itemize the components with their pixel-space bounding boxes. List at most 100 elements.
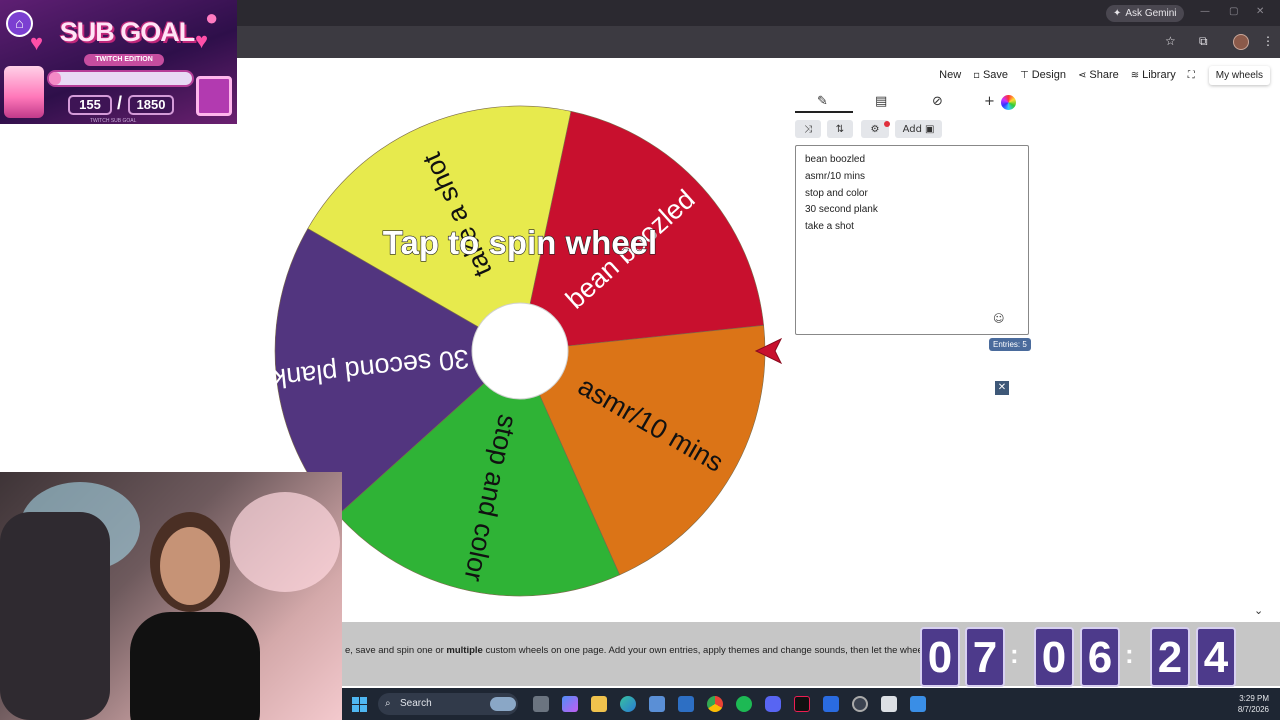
obs-icon[interactable] <box>852 696 868 712</box>
wheel-spin-area[interactable] <box>270 100 770 600</box>
clock-date: 8/7/2026 <box>1237 705 1269 714</box>
edge-icon[interactable] <box>620 696 636 712</box>
snipping-tool-icon[interactable] <box>881 696 897 712</box>
info-text: e, save and spin one or multiple custom … <box>345 645 945 656</box>
sub-goal-title: SUB GOAL <box>59 17 196 47</box>
entry-line: stop and color <box>805 187 868 199</box>
ask-gemini-button[interactable]: ✦ Ask Gemini <box>1106 5 1184 22</box>
info-text-end: custom wheels on one page. Add your own … <box>482 645 945 656</box>
timer-digit: 0 <box>1034 627 1074 687</box>
sub-goal-slash: / <box>117 93 123 113</box>
weather-widget-icon[interactable] <box>490 697 516 711</box>
sub-goal-subtitle: TWITCH EDITION <box>84 54 164 66</box>
shuffle-button[interactable]: ⤨ <box>795 120 821 138</box>
sub-goal-overlay: ♥ ♥ ● ⌂ SUB GOAL TWITCH EDITION 155 / 18… <box>0 0 237 124</box>
color-palette-icon[interactable] <box>1001 95 1016 110</box>
webcam-background-light <box>230 492 340 592</box>
new-label: New <box>939 69 962 81</box>
store-icon[interactable] <box>649 696 665 712</box>
editor-tabs: ✎ ▤ ⊘ + <box>795 92 1028 114</box>
shuffle-icon: ⤨ <box>804 123 812 135</box>
design-button[interactable]: ⊤ Design <box>1020 69 1066 81</box>
my-wheels-label: My wheels <box>1215 69 1263 81</box>
entries-count-badge: Entries: 5 <box>989 338 1031 351</box>
library-button[interactable]: ≋ Library <box>1131 69 1176 81</box>
add-image-button[interactable]: Add ▣ <box>895 120 942 138</box>
emoji-icon[interactable]: ☺ <box>993 312 1004 325</box>
sort-icon: ⇅ <box>835 123 845 135</box>
timer-colon: : <box>1010 639 1019 669</box>
twitch-icon: ⌂ <box>6 10 33 37</box>
share-icon: ⋖ <box>1077 69 1087 81</box>
file-explorer-icon[interactable] <box>591 696 607 712</box>
wheel-toolbar: New ▫ Save ⊤ Design ⋖ Share ≋ Library ⛶ My w… <box>939 66 1270 84</box>
search-label: Search <box>400 698 432 709</box>
save-label: Save <box>982 69 1009 81</box>
timer-colon: : <box>1125 639 1134 669</box>
add-image-label: Add <box>902 123 922 135</box>
copilot-icon[interactable] <box>562 696 578 712</box>
save-button[interactable]: ▫ Save <box>973 69 1008 81</box>
sub-goal-target: 1850 <box>128 95 174 115</box>
webcam-overlay <box>0 472 342 720</box>
entry-line: bean boozled <box>805 154 866 165</box>
new-button[interactable]: New <box>939 69 961 81</box>
entry-line: 30 second plank <box>805 204 878 216</box>
minimize-icon[interactable]: — <box>1200 6 1210 17</box>
webcam-body <box>130 612 260 720</box>
share-button[interactable]: ⋖ Share <box>1078 69 1119 81</box>
chevron-down-icon[interactable]: ⌄ <box>1254 604 1263 617</box>
windows-start-icon[interactable] <box>352 697 367 712</box>
task-view-icon[interactable] <box>533 696 549 712</box>
timer-digit: 0 <box>920 627 960 687</box>
design-label: Design <box>1031 69 1066 81</box>
search-icon: ⌕ <box>385 698 391 709</box>
webcam-chair <box>0 512 110 720</box>
countdown-timer: 0 7 : 0 6 : 2 4 <box>918 627 1240 687</box>
sub-goal-progress-fill <box>49 72 61 85</box>
save-icon: ▫ <box>973 69 980 81</box>
tab-hidden-eye-icon[interactable]: ⊘ <box>932 94 943 109</box>
app-icon[interactable] <box>823 696 839 712</box>
entry-line: asmr/10 mins <box>805 170 866 182</box>
spotify-icon[interactable] <box>736 696 752 712</box>
sub-goal-current: 155 <box>68 95 112 115</box>
photos-icon[interactable] <box>910 696 926 712</box>
maximize-icon[interactable]: ▢ <box>1229 6 1238 17</box>
browser-menu-icon[interactable]: ⋮ <box>1262 34 1274 48</box>
entries-textarea[interactable]: bean boozled asmr/10 mins stop and color… <box>795 145 1029 335</box>
profile-avatar[interactable] <box>1233 34 1249 50</box>
library-label: Library <box>1142 69 1176 81</box>
sort-button[interactable]: ⇅ <box>827 120 853 138</box>
discord-icon[interactable] <box>765 696 781 712</box>
share-label: Share <box>1089 69 1119 81</box>
timer-digit: 7 <box>965 627 1005 687</box>
balloon-icon: ● <box>205 5 219 30</box>
ask-gemini-label: Ask Gemini <box>1125 8 1177 19</box>
taskbar-clock[interactable]: 3:29 PM 8/7/2026 <box>1235 693 1269 715</box>
timer-digit: 2 <box>1150 627 1190 687</box>
sub-goal-footer: TWITCH SUB GOAL <box>90 118 137 124</box>
tiktok-icon[interactable] <box>794 696 810 712</box>
outlook-icon[interactable] <box>678 696 694 712</box>
fullscreen-button[interactable]: ⛶ <box>1188 70 1195 81</box>
windows-taskbar: ⌕ Search <box>340 688 1280 720</box>
my-wheels-button[interactable]: My wheels <box>1209 66 1270 85</box>
info-text-start: e, save and spin one or <box>345 645 447 656</box>
gift-icon <box>196 76 232 116</box>
close-ad-icon[interactable]: ✕ <box>995 381 1009 395</box>
chrome-icon[interactable] <box>707 696 723 712</box>
info-text-bold: multiple <box>446 645 483 656</box>
image-icon: ▣ <box>924 123 935 135</box>
add-wheel-plus-icon[interactable]: + <box>984 94 995 109</box>
cake-icon <box>4 66 44 118</box>
layers-icon: ≋ <box>1130 69 1140 81</box>
bookmark-star-icon[interactable]: ☆ <box>1165 34 1176 48</box>
close-window-icon[interactable]: ✕ <box>1256 6 1264 17</box>
clock-time: 3:29 PM <box>1239 694 1269 703</box>
tab-results-clipboard-icon[interactable]: ▤ <box>875 94 887 109</box>
active-tab-underline <box>795 111 853 113</box>
extensions-icon[interactable]: ⧉ <box>1199 34 1208 49</box>
tab-edit-pencil-icon[interactable]: ✎ <box>817 94 828 109</box>
gemini-icon: ✦ <box>1113 8 1122 19</box>
